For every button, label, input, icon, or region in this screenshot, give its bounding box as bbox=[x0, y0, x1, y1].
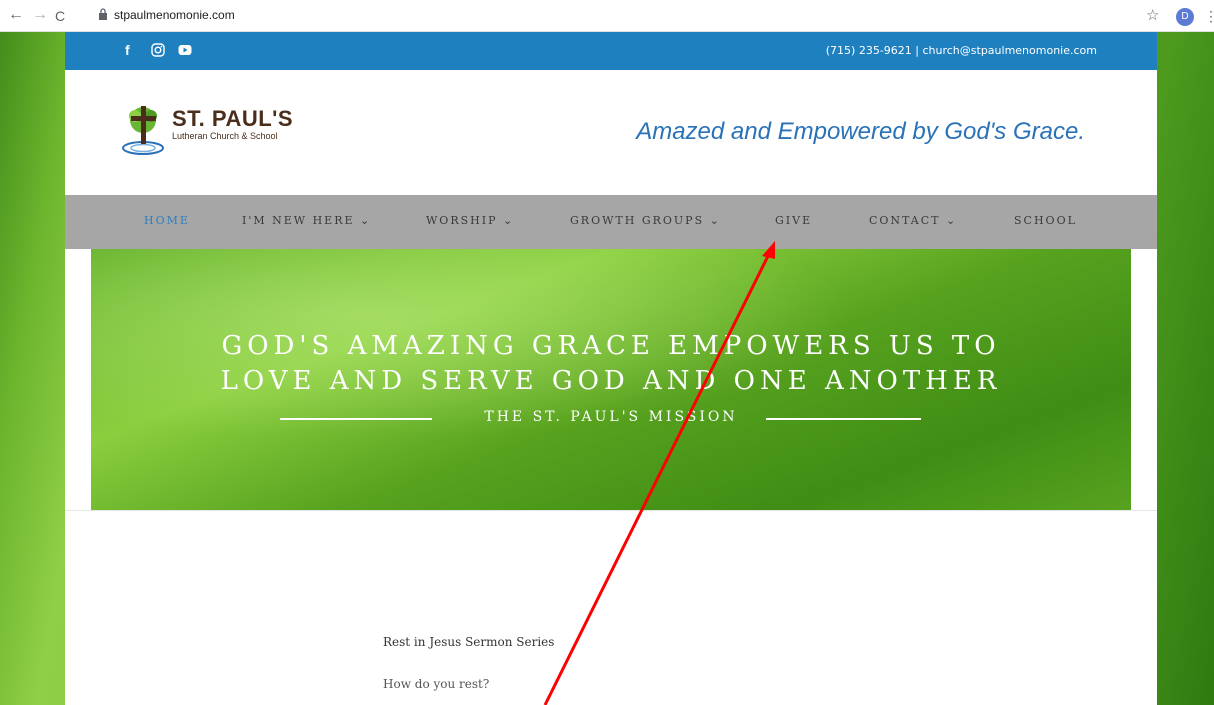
church-logo-icon[interactable] bbox=[121, 102, 171, 158]
logo-name: ST. PAUL'S bbox=[172, 106, 294, 131]
hero-banner: GOD'S AMAZING GRACE EMPOWERS US TO LOVE … bbox=[91, 249, 1131, 510]
nav-im-new-here[interactable]: I'M NEW HERE ⌄ bbox=[242, 214, 371, 227]
logo-text[interactable]: ST. PAUL'S Lutheran Church & School bbox=[172, 106, 293, 141]
contact-info[interactable]: (715) 235-9621 | church@stpaulmenomonie.… bbox=[826, 44, 1097, 57]
hero-mission-label: THE ST. PAUL'S MISSION bbox=[484, 409, 738, 425]
browser-toolbar: ← → C stpaulmenomonie.com ☆ D ⋮ bbox=[0, 0, 1214, 32]
nav-give[interactable]: GIVE bbox=[775, 214, 812, 227]
forward-arrow-icon[interactable]: → bbox=[32, 6, 48, 24]
hero-rule-right bbox=[766, 418, 921, 420]
nav-worship[interactable]: WORSHIP ⌄ bbox=[426, 214, 514, 227]
browser-menu-icon[interactable]: ⋮ bbox=[1204, 8, 1214, 25]
post-title[interactable]: Rest in Jesus Sermon Series bbox=[383, 635, 554, 649]
youtube-icon[interactable] bbox=[178, 44, 192, 56]
nav-home[interactable]: HOME bbox=[144, 214, 190, 227]
bookmark-star-icon[interactable]: ☆ bbox=[1146, 6, 1159, 24]
reload-icon[interactable]: C bbox=[55, 8, 65, 24]
nav-school[interactable]: SCHOOL bbox=[1014, 214, 1077, 227]
post-excerpt: How do you rest? bbox=[383, 677, 490, 691]
address-bar[interactable]: stpaulmenomonie.com bbox=[114, 8, 235, 22]
logo-subtitle: Lutheran Church & School bbox=[172, 131, 278, 141]
instagram-icon[interactable] bbox=[151, 43, 165, 57]
top-contact-bar: f (715) 235-9621 | church@stpaulmenomoni… bbox=[65, 32, 1157, 70]
profile-avatar[interactable]: D bbox=[1176, 8, 1194, 26]
hero-heading-line1: GOD'S AMAZING GRACE EMPOWERS US TO bbox=[221, 331, 1001, 361]
lock-icon bbox=[99, 8, 107, 20]
back-arrow-icon[interactable]: ← bbox=[8, 6, 24, 24]
nav-contact[interactable]: CONTACT ⌄ bbox=[869, 214, 957, 227]
site-tagline: Amazed and Empowered by God's Grace. bbox=[636, 118, 1085, 145]
main-nav: HOME I'M NEW HERE ⌄ WORSHIP ⌄ GROWTH GRO… bbox=[65, 195, 1157, 249]
section-divider bbox=[65, 510, 1157, 511]
nav-growth-groups[interactable]: GROWTH GROUPS ⌄ bbox=[570, 214, 721, 227]
hero-heading-line2: LOVE AND SERVE GOD AND ONE ANOTHER bbox=[220, 366, 1002, 396]
site-header: ST. PAUL'S Lutheran Church & School Amaz… bbox=[65, 70, 1157, 195]
facebook-icon[interactable]: f bbox=[125, 42, 130, 58]
page-content: f (715) 235-9621 | church@stpaulmenomoni… bbox=[65, 32, 1157, 705]
